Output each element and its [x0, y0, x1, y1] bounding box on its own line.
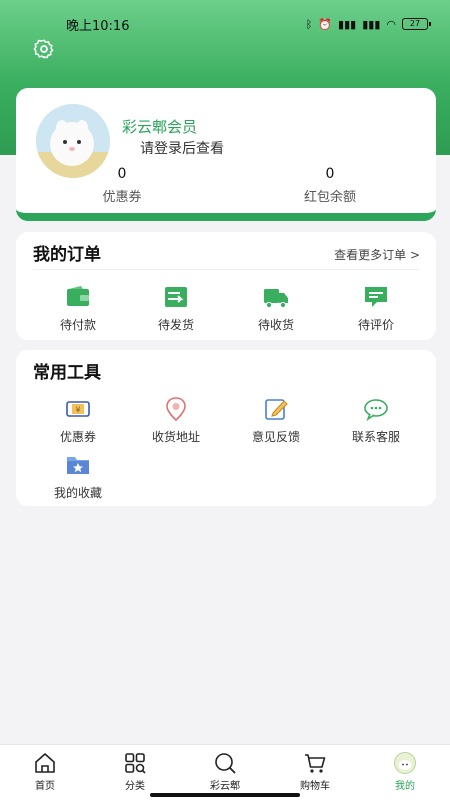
cart-icon	[305, 754, 326, 773]
order-pending-shipment[interactable]: 待发货	[126, 284, 226, 333]
divider	[33, 269, 419, 270]
order-item-label: 待评价	[357, 318, 394, 332]
home-indicator	[150, 793, 300, 797]
tab-label: 分类	[125, 781, 145, 792]
grid-icon	[125, 753, 146, 774]
tab-caiyunpi[interactable]: 彩云郫	[180, 745, 270, 800]
profile-card[interactable]: 彩云郫会员 请登录后查看 0 优惠券 0 红包余额	[16, 88, 436, 221]
tool-label: 意见反馈	[251, 430, 300, 444]
coupon-count: 0	[117, 166, 127, 182]
gear-icon[interactable]	[33, 38, 55, 60]
signal-icon: ▮▮▮	[338, 17, 357, 31]
tab-label: 首页	[35, 781, 55, 792]
coupon-label: 优惠券	[102, 190, 142, 205]
tab-label: 我的	[395, 781, 415, 792]
redpacket-stat[interactable]: 0 红包余额	[250, 166, 410, 205]
coupon-icon: ¥	[66, 401, 90, 417]
order-item-label: 待收货	[257, 318, 294, 332]
status-icons: ᛒ ⏰ ▮▮▮ ▮▮▮ ◠ 27	[305, 17, 431, 31]
tab-label: 彩云郫	[210, 781, 240, 792]
orders-section: 我的订单 查看更多订单 > 待付款 待发货 待收货 待评价	[16, 232, 436, 340]
status-bar: 晚上10:16 ᛒ ⏰ ▮▮▮ ▮▮▮ ◠ 27	[0, 0, 450, 48]
location-icon	[166, 397, 186, 422]
redpacket-count: 0	[325, 166, 335, 182]
order-item-label: 待发货	[157, 318, 194, 332]
login-hint[interactable]: 请登录后查看	[140, 138, 224, 158]
folder-star-icon	[67, 457, 89, 474]
chat-icon	[364, 399, 388, 422]
home-icon	[35, 753, 55, 773]
tool-coupon[interactable]: ¥ 优惠券	[28, 396, 128, 445]
wallet-icon	[67, 286, 89, 306]
coupon-stat[interactable]: 0 优惠券	[42, 166, 202, 205]
tool-label: 联系客服	[351, 430, 400, 444]
tab-cart[interactable]: 购物车	[270, 745, 360, 800]
tool-label: 收货地址	[151, 430, 200, 444]
order-pending-review[interactable]: 待评价	[326, 284, 426, 333]
send-card-icon	[165, 287, 187, 307]
signal-icon: ▮▮▮	[362, 17, 381, 31]
tool-favorites[interactable]: 我的收藏	[28, 452, 128, 501]
wifi-icon: ◠	[386, 17, 396, 31]
bottom-tab-bar: 首页 分类 彩云郫 购物车 我的	[0, 744, 450, 800]
more-orders-link[interactable]: 查看更多订单 >	[334, 246, 420, 263]
profile-icon	[394, 752, 416, 774]
tab-home[interactable]: 首页	[0, 745, 90, 800]
tool-customer-service[interactable]: 联系客服	[326, 396, 426, 445]
bluetooth-icon: ᛒ	[305, 17, 313, 31]
tools-title: 常用工具	[33, 363, 101, 383]
tool-label: 优惠券	[59, 430, 96, 444]
order-pending-payment[interactable]: 待付款	[28, 284, 128, 333]
tool-label: 我的收藏	[53, 486, 102, 500]
orders-title: 我的订单	[33, 245, 101, 265]
tab-category[interactable]: 分类	[90, 745, 180, 800]
truck-icon	[264, 289, 288, 309]
tool-feedback[interactable]: 意见反馈	[226, 396, 326, 445]
order-item-label: 待付款	[59, 318, 96, 332]
svg-text:¥: ¥	[75, 406, 80, 415]
tab-label: 购物车	[300, 781, 330, 792]
alarm-icon: ⏰	[318, 17, 333, 31]
tools-section: 常用工具 ¥ 优惠券 收货地址 意见反馈 联系客服 我的收藏	[16, 350, 436, 506]
comment-icon	[365, 287, 387, 307]
search-icon	[215, 753, 236, 774]
edit-icon	[265, 399, 288, 420]
member-name: 彩云郫会员	[122, 118, 198, 136]
status-time: 晚上10:16	[66, 18, 130, 34]
tool-address[interactable]: 收货地址	[126, 396, 226, 445]
battery-icon: 27	[402, 18, 431, 30]
redpacket-label: 红包余额	[303, 190, 356, 205]
order-pending-receipt[interactable]: 待收货	[226, 284, 326, 333]
tab-mine[interactable]: 我的	[360, 745, 450, 800]
